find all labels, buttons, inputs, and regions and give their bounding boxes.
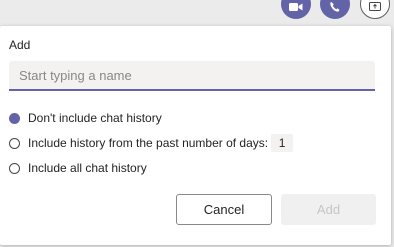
option-no-history[interactable]: Don't include chat history [9,109,162,127]
add-button[interactable]: Add [281,194,376,225]
video-call-button[interactable] [281,0,311,19]
panel-title: Add [9,38,31,52]
add-people-panel: Add Don't include chat history Include h… [0,26,391,245]
video-call-icon [289,0,303,17]
option-label: Include history from the past number of … [28,136,269,150]
audio-call-button[interactable] [320,0,350,19]
option-history-days[interactable]: Include history from the past number of … [9,134,294,152]
radio-unselected-icon[interactable] [9,137,20,149]
screen-share-button[interactable] [360,0,390,19]
header-strip [0,0,394,26]
cancel-button[interactable]: Cancel [176,194,272,225]
radio-selected-icon[interactable] [9,112,20,124]
option-label: Include all chat history [28,161,147,175]
audio-call-icon [329,0,341,18]
radio-unselected-icon[interactable] [9,162,20,174]
name-search-input[interactable] [9,61,375,91]
screen-share-icon [369,0,381,17]
option-label: Don't include chat history [28,111,162,125]
days-input[interactable]: 1 [271,134,294,152]
option-all-history[interactable]: Include all chat history [9,159,147,177]
